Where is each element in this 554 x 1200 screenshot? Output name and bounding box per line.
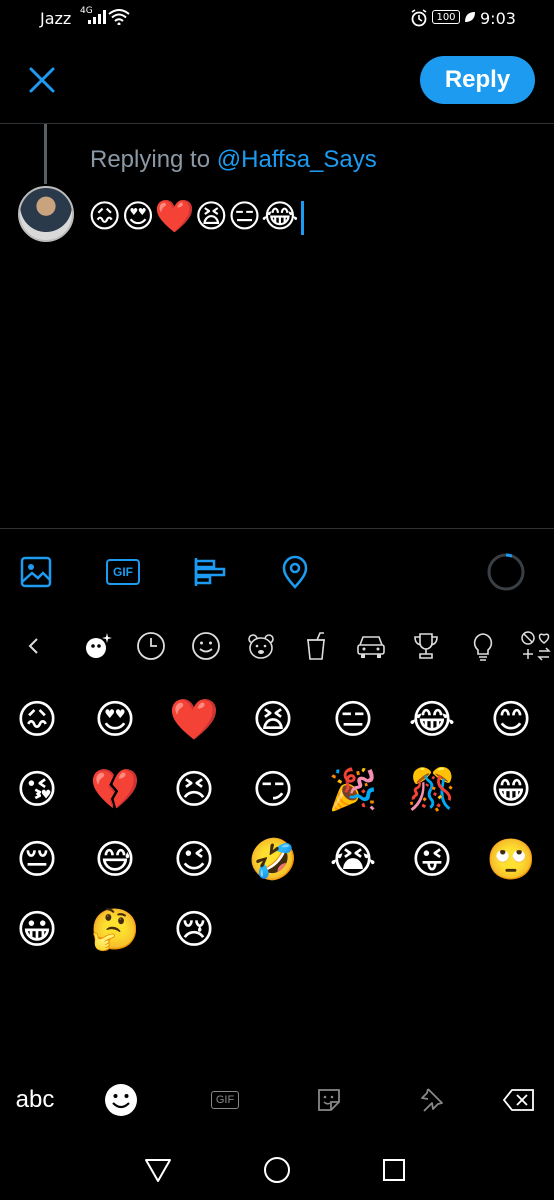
- emoji-expressionless[interactable]: 😑: [325, 692, 381, 748]
- emoji-heart-eyes[interactable]: 😍: [87, 692, 143, 748]
- image-icon[interactable]: [18, 554, 54, 590]
- reply-button[interactable]: Reply: [420, 56, 535, 104]
- animal-bear-icon[interactable]: [243, 628, 279, 664]
- food-drink-icon[interactable]: [298, 628, 334, 664]
- emoji-kissing-heart[interactable]: 😘: [9, 762, 65, 818]
- emoji-row: 😘 💔 😣 😏 🎉 🎊 😁: [0, 762, 554, 832]
- nav-back-icon[interactable]: [138, 1150, 178, 1190]
- replying-to-label[interactable]: Replying to @Haffsa_Says: [90, 146, 377, 174]
- emoji-loudly-crying[interactable]: 😭: [325, 832, 381, 888]
- emoji-red-heart[interactable]: ❤️: [166, 692, 222, 748]
- abc-keyboard-button[interactable]: abc: [10, 1078, 60, 1122]
- replying-prefix: Replying to: [90, 146, 211, 173]
- leaf-icon: [465, 12, 475, 22]
- pin-icon[interactable]: [410, 1078, 452, 1122]
- emoji-persevering[interactable]: 😣: [166, 762, 222, 818]
- carrier-label: Jazz: [40, 9, 72, 28]
- close-icon[interactable]: [26, 64, 58, 96]
- emoji-tears-of-joy[interactable]: 😂: [404, 692, 460, 748]
- emoji-wink[interactable]: 😉: [166, 832, 222, 888]
- emoji-broken-heart[interactable]: 💔: [87, 762, 143, 818]
- poll-icon[interactable]: [192, 554, 228, 590]
- emoji-thinking[interactable]: 🤔: [87, 902, 143, 958]
- avatar[interactable]: [18, 186, 74, 242]
- nav-recents-icon[interactable]: [374, 1150, 414, 1190]
- gif-keyboard-label: GIF: [210, 1091, 240, 1109]
- emoji-party-popper[interactable]: 🎉: [325, 762, 381, 818]
- emoji-pensive[interactable]: 😔: [9, 832, 65, 888]
- battery-level: 100: [436, 11, 456, 23]
- gif-keyboard-button[interactable]: GIF: [204, 1078, 246, 1122]
- backspace-icon[interactable]: [498, 1078, 540, 1122]
- tweet-text: 😖😍❤️😫😑😂: [88, 197, 299, 235]
- toolbar-divider: [0, 528, 554, 529]
- symbols-icon[interactable]: [518, 628, 554, 664]
- emoji-confetti-ball[interactable]: 🎊: [404, 762, 460, 818]
- emoji-beaming[interactable]: 😁: [483, 762, 539, 818]
- thread-line: [44, 124, 47, 184]
- emoji-smiling-eyes[interactable]: 😊: [483, 692, 539, 748]
- sticker-icon[interactable]: [308, 1078, 350, 1122]
- character-progress-icon: [487, 553, 525, 591]
- emoji-row: 😀 🤔 😢: [0, 902, 554, 972]
- emoji-sweat-smile[interactable]: 😅: [87, 832, 143, 888]
- text-caret: [300, 201, 304, 235]
- emoji-crying[interactable]: 😢: [166, 902, 222, 958]
- emoji-keyboard-button[interactable]: [100, 1078, 142, 1122]
- emoji-winking-tongue[interactable]: 😜: [404, 832, 460, 888]
- alarm-icon: [411, 9, 427, 27]
- recent-clock-icon[interactable]: [133, 628, 169, 664]
- emoji-smirk[interactable]: 😏: [245, 762, 301, 818]
- clock: 9:03: [480, 9, 516, 28]
- activity-trophy-icon[interactable]: [408, 628, 444, 664]
- emoji-tired-face[interactable]: 😫: [245, 692, 301, 748]
- tweet-input[interactable]: 😖😍❤️😫😑😂: [88, 196, 304, 236]
- signal-icon: [88, 10, 106, 24]
- emoji-row: 😔 😅 😉 🤣 😭 😜 🙄: [0, 832, 554, 902]
- wifi-icon: [108, 9, 130, 25]
- gif-icon-label: GIF: [106, 559, 140, 585]
- nav-home-icon[interactable]: [257, 1150, 297, 1190]
- sparkle-face-icon[interactable]: [80, 628, 116, 664]
- gif-button[interactable]: GIF: [105, 554, 141, 590]
- battery-icon: 100: [432, 10, 460, 24]
- smiley-filled-icon: [105, 1084, 137, 1116]
- smiley-category-icon[interactable]: [188, 628, 224, 664]
- header-divider: [0, 123, 554, 124]
- emoji-confounded[interactable]: 😖: [9, 692, 65, 748]
- emoji-grinning[interactable]: 😀: [9, 902, 65, 958]
- status-bar: Jazz 4G 100 9:03: [0, 0, 554, 38]
- objects-bulb-icon[interactable]: [465, 628, 501, 664]
- emoji-eye-roll[interactable]: 🙄: [483, 832, 539, 888]
- travel-car-icon[interactable]: [353, 628, 389, 664]
- emoji-row: 😖 😍 ❤️ 😫 😑 😂 😊: [0, 692, 554, 762]
- location-icon[interactable]: [277, 554, 313, 590]
- emoji-rofl[interactable]: 🤣: [245, 832, 301, 888]
- replying-handle[interactable]: @Haffsa_Says: [217, 146, 377, 173]
- back-chevron-icon[interactable]: [16, 628, 52, 664]
